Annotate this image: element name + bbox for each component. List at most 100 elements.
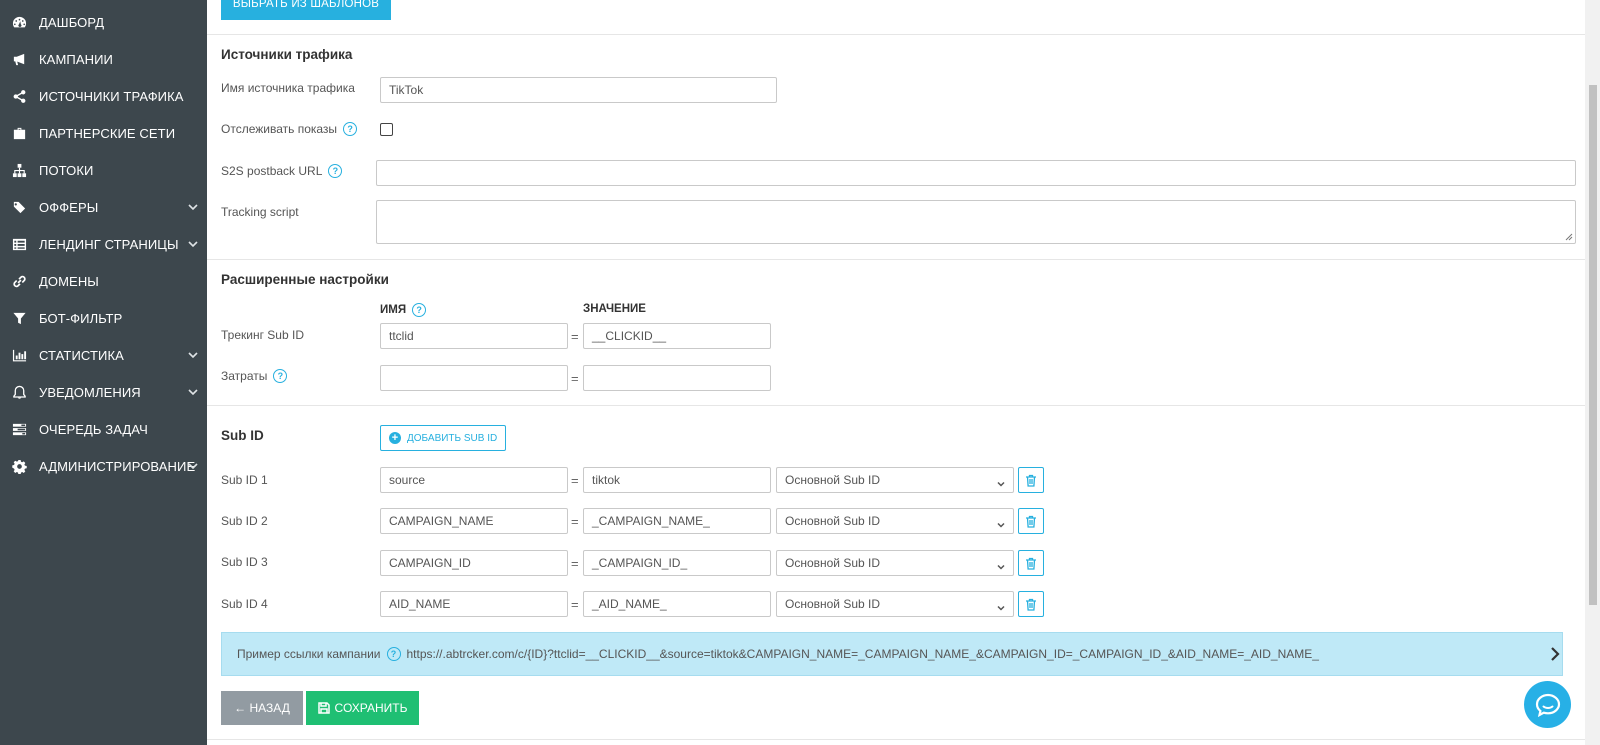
- resize-handle-icon[interactable]: [1565, 233, 1573, 241]
- postback-url-label: S2S postback URL ?: [221, 164, 343, 178]
- subid-type-value: Основной Sub ID: [785, 597, 881, 611]
- traffic-source-name-input[interactable]: TikTok: [380, 77, 777, 103]
- sidebar-item-label: ОЧЕРЕДЬ ЗАДАЧ: [39, 421, 148, 437]
- help-icon[interactable]: ?: [343, 122, 358, 136]
- delete-subid-button[interactable]: [1018, 591, 1044, 617]
- sidebar-item-traffic-sources[interactable]: ИСТОЧНИКИ ТРАФИКА: [0, 78, 207, 114]
- chat-button[interactable]: [1524, 681, 1571, 728]
- vertical-scrollbar[interactable]: [1585, 0, 1600, 745]
- costs-name-input[interactable]: [380, 365, 568, 391]
- sidebar-item-statistics[interactable]: СТАТИСТИКА: [0, 337, 207, 373]
- divider: [207, 739, 1585, 740]
- column-header-value: ЗНАЧЕНИЕ: [583, 303, 646, 315]
- back-button[interactable]: ← НАЗАД: [221, 691, 303, 725]
- megaphone-icon: [11, 51, 27, 67]
- chevron-down-icon: [997, 601, 1005, 611]
- trash-icon: [1026, 557, 1036, 570]
- chevron-down-icon: [188, 238, 198, 248]
- traffic-source-name-label: Имя источника трафика: [221, 81, 355, 95]
- list-alt-icon: [11, 236, 27, 252]
- costs-text: Затраты: [221, 369, 268, 383]
- chevron-right-icon[interactable]: [1550, 646, 1560, 662]
- sidebar-item-domains[interactable]: ДОМЕНЫ: [0, 263, 207, 299]
- track-impressions-checkbox[interactable]: [380, 123, 393, 136]
- example-label: Пример ссылки кампании: [237, 647, 381, 661]
- sidebar-item-label: ИСТОЧНИКИ ТРАФИКА: [39, 88, 184, 104]
- sidebar-item-label: БОТ-ФИЛЬТР: [39, 310, 123, 326]
- chevron-down-icon: [188, 349, 198, 359]
- divider: [207, 259, 1585, 260]
- sidebar-item-affiliate-networks[interactable]: ПАРТНЕРСКИЕ СЕТИ: [0, 115, 207, 151]
- add-subid-button[interactable]: + ДОБАВИТЬ SUB ID: [380, 425, 507, 451]
- subid-value-input[interactable]: _AID_NAME_: [583, 591, 771, 617]
- help-icon[interactable]: ?: [386, 647, 401, 661]
- subid-type-value: Основной Sub ID: [785, 556, 881, 570]
- subid-value-input[interactable]: tiktok: [583, 467, 771, 493]
- scrollbar-thumb[interactable]: [1589, 85, 1597, 605]
- subid-name-input[interactable]: AID_NAME: [380, 591, 568, 617]
- chat-icon: [1535, 693, 1560, 717]
- sidebar-item-offers[interactable]: ОФФЕРЫ: [0, 189, 207, 225]
- sidebar-item-task-queue[interactable]: ОЧЕРЕДЬ ЗАДАЧ: [0, 411, 207, 447]
- column-header-name: ИМЯ ?: [380, 303, 427, 317]
- subid-type-select[interactable]: Основной Sub ID: [776, 550, 1014, 576]
- sidebar-item-landing-pages[interactable]: ЛЕНДИНГ СТРАНИЦЫ: [0, 226, 207, 262]
- tracking-subid-name-input[interactable]: ttclid: [380, 323, 568, 349]
- bar-chart-icon: [11, 347, 27, 363]
- equals-sign: =: [571, 556, 579, 571]
- subid-row-label: Sub ID 4: [221, 597, 268, 611]
- column-header-name-text: ИМЯ: [380, 304, 407, 316]
- help-icon[interactable]: ?: [273, 369, 288, 383]
- sidebar-item-campaigns[interactable]: КАМПАНИИ: [0, 41, 207, 77]
- save-button[interactable]: СОХРАНИТЬ: [306, 691, 419, 725]
- divider: [207, 405, 1585, 406]
- sidebar-item-label: ПОТОКИ: [39, 162, 94, 178]
- help-icon[interactable]: ?: [328, 164, 343, 178]
- sidebar-item-label: УВЕДОМЛЕНИЯ: [39, 384, 141, 400]
- add-subid-label: ДОБАВИТЬ SUB ID: [407, 432, 498, 444]
- costs-label: Затраты ?: [221, 369, 288, 383]
- save-label: СОХРАНИТЬ: [334, 701, 408, 715]
- equals-sign: =: [571, 514, 579, 529]
- chevron-down-icon: [997, 518, 1005, 528]
- sidebar-item-dashboard[interactable]: ДАШБОРД: [0, 4, 207, 40]
- main-content: ВЫБРАТЬ ИЗ ШАБЛОНОВ Источники трафика Им…: [207, 0, 1585, 745]
- subid-name-input[interactable]: CAMPAIGN_NAME: [380, 508, 568, 534]
- sidebar-item-label: ДОМЕНЫ: [39, 273, 99, 289]
- choose-template-button[interactable]: ВЫБРАТЬ ИЗ ШАБЛОНОВ: [221, 0, 391, 20]
- subid-value-input[interactable]: _CAMPAIGN_ID_: [583, 550, 771, 576]
- bell-icon: [11, 384, 27, 400]
- subid-type-select[interactable]: Основной Sub ID: [776, 467, 1014, 493]
- subid-row-label: Sub ID 3: [221, 555, 268, 569]
- subid-type-select[interactable]: Основной Sub ID: [776, 508, 1014, 534]
- postback-url-input[interactable]: [376, 160, 1576, 186]
- section-title-advanced: Расширенные настройки: [221, 272, 389, 287]
- subid-row-label: Sub ID 1: [221, 473, 268, 487]
- sidebar-item-label: СТАТИСТИКА: [39, 347, 124, 363]
- subid-name-input[interactable]: source: [380, 467, 568, 493]
- section-title-subid: Sub ID: [221, 428, 264, 443]
- subid-type-select[interactable]: Основной Sub ID: [776, 591, 1014, 617]
- sidebar-item-administration[interactable]: АДМИНИСТРИРОВАНИЕ: [0, 448, 207, 484]
- delete-subid-button[interactable]: [1018, 467, 1044, 493]
- costs-value-input[interactable]: [583, 365, 771, 391]
- sidebar-item-label: АДМИНИСТРИРОВАНИЕ: [39, 458, 196, 474]
- chevron-down-icon: [997, 560, 1005, 570]
- sidebar-item-label: ЛЕНДИНГ СТРАНИЦЫ: [39, 236, 179, 252]
- subid-value-input[interactable]: _CAMPAIGN_NAME_: [583, 508, 771, 534]
- delete-subid-button[interactable]: [1018, 508, 1044, 534]
- postback-url-text: S2S postback URL: [221, 164, 323, 178]
- tags-icon: [11, 199, 27, 215]
- sidebar-item-bot-filter[interactable]: БОТ-ФИЛЬТР: [0, 300, 207, 336]
- share-icon: [11, 88, 27, 104]
- sidebar-item-flows[interactable]: ПОТОКИ: [0, 152, 207, 188]
- section-title-traffic-sources: Источники трафика: [221, 47, 353, 62]
- chevron-down-icon: [188, 460, 198, 470]
- track-impressions-label: Отслеживать показы ?: [221, 122, 358, 136]
- delete-subid-button[interactable]: [1018, 550, 1044, 576]
- tracking-script-textarea[interactable]: [376, 200, 1576, 244]
- tracking-subid-value-input[interactable]: __CLICKID__: [583, 323, 771, 349]
- subid-name-input[interactable]: CAMPAIGN_ID: [380, 550, 568, 576]
- help-icon[interactable]: ?: [412, 303, 427, 317]
- sidebar-item-notifications[interactable]: УВЕДОМЛЕНИЯ: [0, 374, 207, 410]
